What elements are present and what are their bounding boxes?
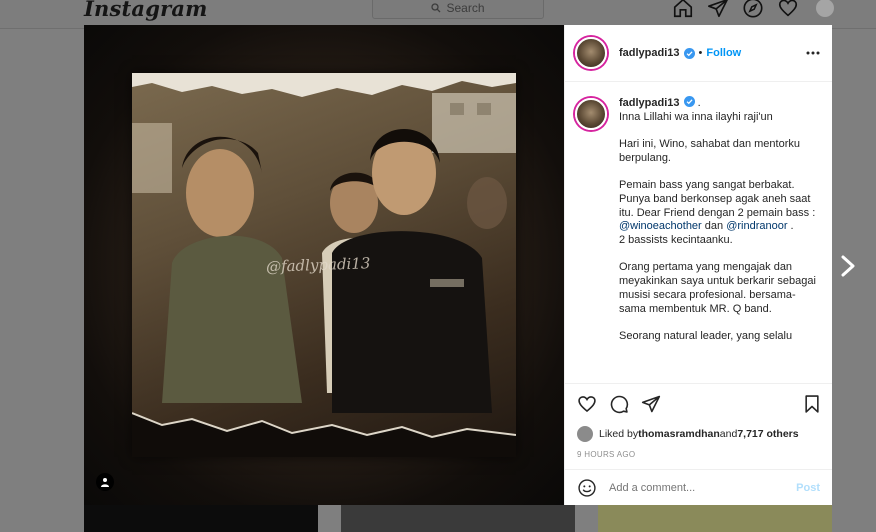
more-options-icon[interactable] [806, 49, 820, 57]
save-icon[interactable] [802, 394, 822, 414]
header-separator: • [698, 47, 703, 59]
author-username[interactable]: fadlypadi13 [619, 47, 680, 59]
search-icon [431, 3, 441, 13]
grid-thumbnail[interactable] [598, 505, 832, 532]
caption-continuation: . 2 bassists kecintaanku. Orang pertama … [619, 220, 816, 342]
emoji-icon[interactable] [577, 478, 597, 498]
follow-button[interactable]: Follow [706, 47, 741, 59]
grid-thumbnail[interactable] [84, 505, 318, 532]
search-input[interactable]: Search [372, 0, 544, 19]
caption-suffix: . [694, 97, 701, 109]
post-timestamp[interactable]: 9 HOURS AGO [565, 445, 832, 463]
explore-icon[interactable] [742, 0, 764, 19]
verified-badge-icon [683, 47, 695, 59]
direct-icon[interactable] [707, 0, 729, 19]
grid-thumbnail[interactable] [341, 505, 575, 532]
activity-icon[interactable] [777, 0, 799, 19]
like-icon[interactable] [577, 394, 597, 414]
action-bar [565, 383, 832, 423]
likes-prefix: Liked by [599, 428, 639, 440]
caption-connector: dan [701, 220, 727, 233]
mention-link[interactable]: @rindranoor [726, 220, 787, 232]
nav-icons [672, 0, 834, 19]
photo-watermark: @fadlypadi13 [265, 254, 371, 276]
search-placeholder: Search [446, 1, 485, 15]
tagged-user-icon[interactable] [96, 473, 114, 491]
liker-username[interactable]: thomasramdhan [638, 428, 720, 440]
profile-avatar[interactable] [816, 0, 834, 17]
instagram-logo[interactable]: Instagram [84, 0, 208, 21]
caption-username[interactable]: fadlypadi13 [619, 97, 680, 109]
next-post-chevron-icon[interactable] [838, 254, 858, 278]
likes-and: and [719, 428, 738, 440]
home-icon[interactable] [672, 0, 694, 19]
post-modal: @fadlypadi13 fadlypadi13 • Follow fadlyp… [84, 25, 832, 505]
caption-line: Hari ini, Wino, sahabat dan mentorku ber… [619, 138, 804, 164]
post-header: fadlypadi13 • Follow [565, 25, 832, 82]
share-icon[interactable] [641, 394, 661, 414]
caption-author-avatar[interactable] [575, 98, 607, 130]
liker-avatar[interactable] [577, 426, 593, 442]
post-comment-button[interactable]: Post [796, 482, 820, 494]
mention-link[interactable]: @winoeachother [619, 220, 702, 232]
likes-summary: Liked by thomasramdhan and 7,717 others [565, 423, 832, 445]
caption-text: fadlypadi13 . Inna Lillahi wa inna ilayh… [619, 96, 820, 383]
author-avatar[interactable] [575, 37, 607, 69]
comment-bar: Post [565, 469, 832, 505]
caption-line: Inna Lillahi wa inna ilayhi raji'un [619, 110, 773, 123]
comment-icon[interactable] [609, 394, 629, 414]
caption-area: fadlypadi13 . Inna Lillahi wa inna ilayh… [565, 82, 832, 383]
likes-others[interactable]: 7,717 others [737, 428, 798, 440]
post-sidebar: fadlypadi13 • Follow fadlypadi13 . Inna … [564, 25, 832, 505]
comment-input[interactable] [609, 481, 797, 494]
post-photo[interactable]: @fadlypadi13 [84, 25, 564, 505]
verified-badge-icon [683, 96, 695, 107]
caption-line: Pemain bass yang sangat berbakat. Punya … [619, 179, 819, 219]
